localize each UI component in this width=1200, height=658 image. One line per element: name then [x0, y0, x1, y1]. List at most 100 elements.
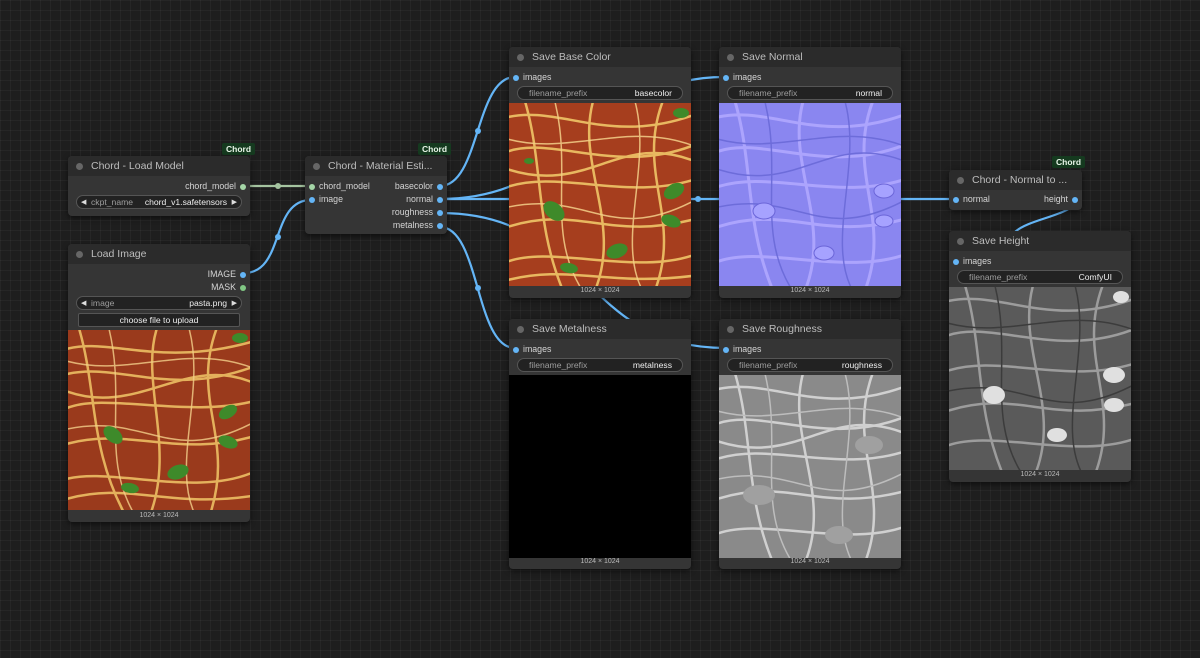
filename-prefix-field[interactable]: filename_prefix ComfyUI: [957, 270, 1123, 284]
slot-row-1[interactable]: chord_model basecolor: [305, 180, 447, 193]
node-load-image[interactable]: Load Image IMAGE MASK ◀ image pasta.png …: [68, 244, 250, 522]
input-slot-images[interactable]: images: [719, 71, 901, 84]
image-size-caption: 1024 × 1024: [1020, 471, 1060, 478]
node-header[interactable]: Chord - Load Model: [68, 156, 250, 176]
image-size-caption: 1024 × 1024: [139, 512, 179, 519]
image-size-caption: 1024 × 1024: [790, 287, 830, 294]
output-port[interactable]: [1072, 196, 1078, 203]
arrow-left-icon[interactable]: ◀: [81, 299, 86, 307]
slot-label: roughness: [391, 207, 433, 217]
wire-midpoint: [695, 196, 701, 202]
collapse-dot-icon[interactable]: [517, 53, 524, 61]
slot-row-2[interactable]: image normal: [305, 193, 447, 206]
arrow-right-icon[interactable]: ▶: [232, 299, 237, 307]
output-port[interactable]: [240, 271, 246, 278]
node-save-base-color[interactable]: Save Base Color images filename_prefix b…: [509, 47, 691, 298]
output-port[interactable]: [437, 183, 443, 190]
input-port[interactable]: [723, 74, 729, 81]
slot-label: height: [1044, 194, 1068, 204]
node-header[interactable]: Chord - Material Esti...: [305, 156, 447, 176]
image-combo[interactable]: ◀ image pasta.png ▶: [76, 296, 242, 310]
slot-label: images: [523, 344, 552, 354]
image-size-caption: 1024 × 1024: [790, 558, 830, 565]
input-slot-images[interactable]: images: [719, 343, 901, 356]
slot-label: images: [963, 256, 992, 266]
collapse-dot-icon[interactable]: [313, 162, 320, 170]
node-header[interactable]: Save Normal: [719, 47, 901, 67]
widget-value: basecolor: [634, 88, 672, 98]
collapse-dot-icon[interactable]: [727, 325, 734, 333]
slot-label: chord_model: [185, 181, 236, 191]
output-slot-chord-model[interactable]: chord_model: [68, 180, 250, 193]
slot-row-3[interactable]: roughness: [305, 206, 447, 219]
input-slot-images[interactable]: images: [509, 71, 691, 84]
slot-label: images: [523, 72, 552, 82]
input-port[interactable]: [953, 258, 959, 265]
node-title: Save Normal: [742, 51, 803, 63]
node-header[interactable]: Save Height: [949, 231, 1131, 251]
collapse-dot-icon[interactable]: [76, 162, 83, 170]
normal-map-preview: [719, 103, 901, 286]
collapse-dot-icon[interactable]: [727, 53, 734, 61]
input-slot-images[interactable]: images: [949, 255, 1131, 268]
input-port[interactable]: [513, 74, 519, 81]
wire-image-to-material: [243, 198, 312, 275]
output-port[interactable]: [240, 284, 246, 291]
slot-label: MASK: [211, 282, 236, 292]
chord-badge: Chord: [1052, 156, 1086, 168]
filename-prefix-field[interactable]: filename_prefix normal: [727, 86, 893, 100]
collapse-dot-icon[interactable]: [517, 325, 524, 333]
filename-prefix-field[interactable]: filename_prefix metalness: [517, 358, 683, 372]
node-header[interactable]: Load Image: [68, 244, 250, 264]
node-save-normal[interactable]: Save Normal images filename_prefix norma…: [719, 47, 901, 298]
chord-badge: Chord: [418, 143, 452, 155]
node-title: Chord - Normal to ...: [972, 174, 1068, 186]
graph-canvas[interactable]: Chord Chord - Load Model chord_model ◀ c…: [0, 0, 1200, 658]
output-slot-image[interactable]: IMAGE: [68, 268, 250, 281]
filename-prefix-field[interactable]: filename_prefix roughness: [727, 358, 893, 372]
upload-button[interactable]: choose file to upload: [78, 313, 240, 327]
slot-label: images: [733, 344, 762, 354]
node-title: Load Image: [91, 248, 147, 260]
node-header[interactable]: Save Roughness: [719, 319, 901, 339]
output-slot-mask[interactable]: MASK: [68, 281, 250, 294]
node-normal-to-height[interactable]: Chord - Normal to ... normal height: [949, 170, 1082, 210]
slot-label: normal: [963, 194, 990, 204]
input-port[interactable]: [953, 196, 959, 203]
node-header[interactable]: Chord - Normal to ...: [949, 170, 1082, 190]
slot-row-4[interactable]: metalness: [305, 219, 447, 232]
ckpt-name-combo[interactable]: ◀ ckpt_name chord_v1.safetensors ▶: [76, 195, 242, 209]
input-port[interactable]: [309, 196, 315, 203]
slot-row-normal-height[interactable]: normal height: [949, 193, 1082, 206]
wire-metalness-to-save: [439, 225, 516, 350]
output-port[interactable]: [437, 196, 443, 203]
node-save-roughness[interactable]: Save Roughness images filename_prefix ro…: [719, 319, 901, 569]
node-load-model[interactable]: Chord - Load Model chord_model ◀ ckpt_na…: [68, 156, 250, 216]
slot-label: chord_model: [319, 181, 370, 191]
node-save-height[interactable]: Save Height images filename_prefix Comfy…: [949, 231, 1131, 482]
input-slot-images[interactable]: images: [509, 343, 691, 356]
wire-midpoint: [275, 234, 281, 240]
widget-label: image: [91, 298, 115, 308]
node-title: Save Base Color: [532, 51, 611, 63]
output-port[interactable]: [437, 209, 443, 216]
node-title: Save Height: [972, 235, 1030, 247]
output-port[interactable]: [240, 183, 246, 190]
slot-label: metalness: [392, 220, 433, 230]
node-save-metalness[interactable]: Save Metalness images filename_prefix me…: [509, 319, 691, 569]
node-header[interactable]: Save Base Color: [509, 47, 691, 67]
input-port[interactable]: [309, 183, 315, 190]
image-size-caption: 1024 × 1024: [580, 287, 620, 294]
collapse-dot-icon[interactable]: [957, 237, 964, 245]
filename-prefix-field[interactable]: filename_prefix basecolor: [517, 86, 683, 100]
output-port[interactable]: [437, 222, 443, 229]
arrow-left-icon[interactable]: ◀: [81, 198, 86, 206]
collapse-dot-icon[interactable]: [76, 250, 83, 258]
collapse-dot-icon[interactable]: [957, 176, 964, 184]
widget-value: metalness: [632, 360, 672, 370]
input-port[interactable]: [513, 346, 519, 353]
node-header[interactable]: Save Metalness: [509, 319, 691, 339]
arrow-right-icon[interactable]: ▶: [232, 198, 237, 206]
node-material-estimation[interactable]: Chord - Material Esti... chord_model bas…: [305, 156, 447, 234]
input-port[interactable]: [723, 346, 729, 353]
